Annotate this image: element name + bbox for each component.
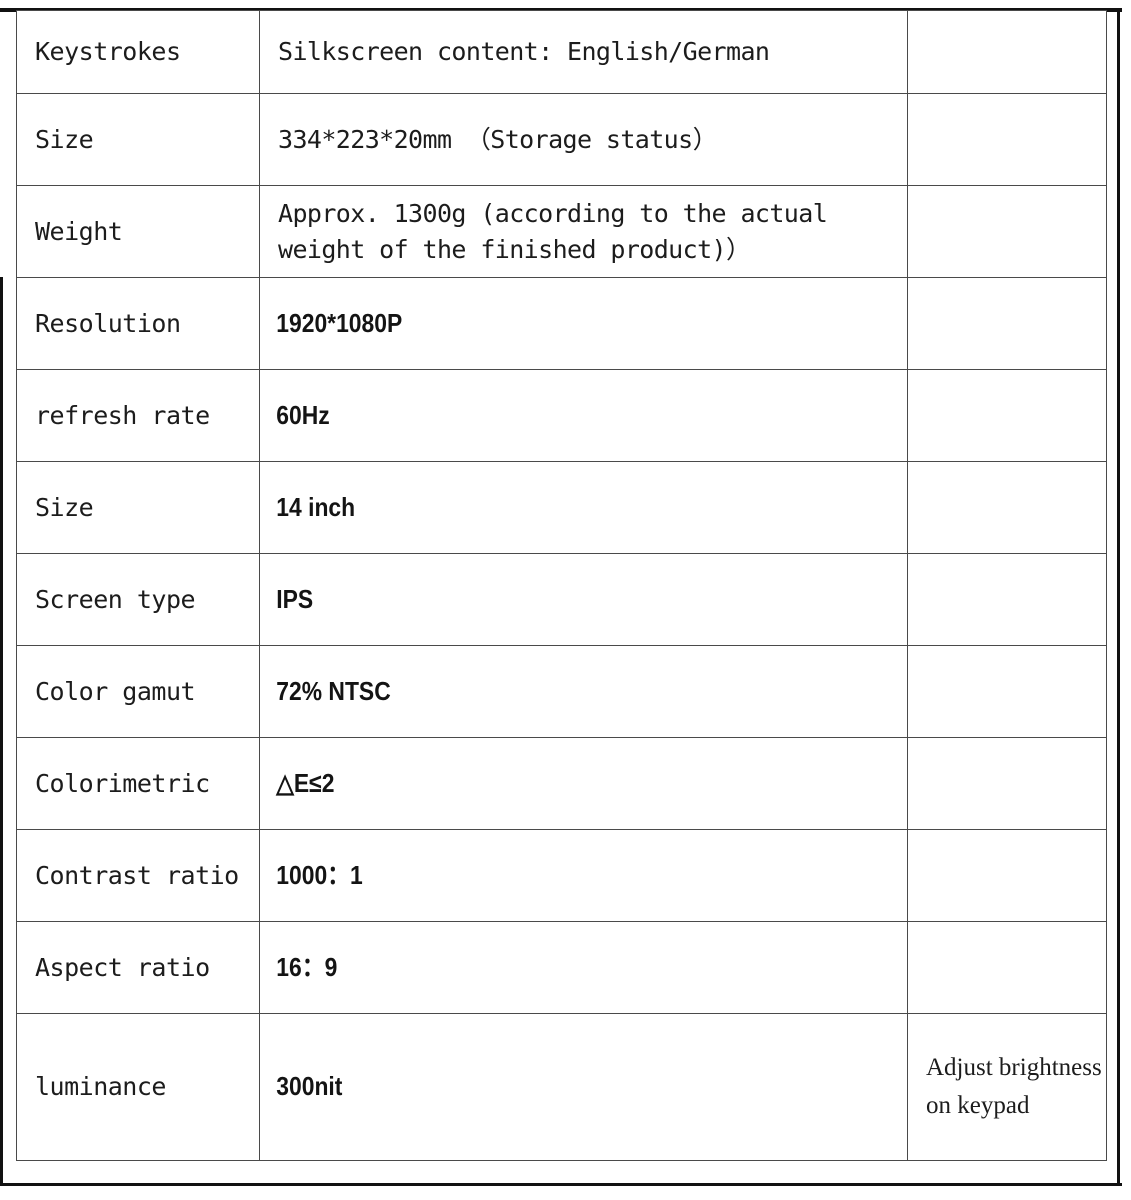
table-row: Resolution 1920*1080P xyxy=(16,277,1107,370)
row-note-size-storage xyxy=(907,93,1107,186)
table-row: Size 334*223*20mm （Storage status） xyxy=(16,93,1107,186)
table-row: Size 14 inch xyxy=(16,461,1107,554)
row-note-aspect-ratio xyxy=(907,921,1107,1014)
table-row: luminance 300nit Adjust brightness on ke… xyxy=(16,1013,1107,1161)
row-value-aspect-ratio: 16：9 xyxy=(259,921,831,1014)
table-row: Keystrokes Silkscreen content: English/G… xyxy=(16,10,1107,94)
page-frame-left-rule xyxy=(0,277,3,1186)
row-value-size-display: 14 inch xyxy=(259,461,831,554)
page-frame-right-rule xyxy=(1117,8,1120,1186)
row-value-screen-type: IPS xyxy=(259,553,831,646)
row-value-color-gamut: 72% NTSC xyxy=(259,645,831,738)
row-label-aspect-ratio: Aspect ratio xyxy=(16,921,260,1014)
row-note-contrast-ratio xyxy=(907,829,1107,922)
document-page: Keystrokes Silkscreen content: English/G… xyxy=(0,0,1131,1200)
table-row: Aspect ratio 16：9 xyxy=(16,921,1107,1014)
row-note-weight xyxy=(907,185,1107,278)
row-note-size-display xyxy=(907,461,1107,554)
row-value-luminance: 300nit xyxy=(259,1013,831,1161)
row-value-size-storage: 334*223*20mm （Storage status） xyxy=(259,93,908,186)
row-value-resolution: 1920*1080P xyxy=(259,277,831,370)
row-note-keystrokes xyxy=(907,10,1107,94)
row-label-contrast-ratio: Contrast ratio xyxy=(16,829,260,922)
table-row: Colorimetric △E≤2 xyxy=(16,737,1107,830)
row-label-luminance: luminance xyxy=(16,1013,260,1161)
row-label-resolution: Resolution xyxy=(16,277,260,370)
row-value-weight: Approx. 1300g (according to the actual w… xyxy=(259,185,908,278)
row-value-contrast-ratio: 1000：1 xyxy=(259,829,831,922)
table-row: refresh rate 60Hz xyxy=(16,369,1107,462)
row-value-refresh-rate: 60Hz xyxy=(259,369,831,462)
row-label-screen-type: Screen type xyxy=(16,553,260,646)
row-label-colorimetric: Colorimetric xyxy=(16,737,260,830)
row-note-colorimetric xyxy=(907,737,1107,830)
row-note-luminance: Adjust brightness on keypad xyxy=(907,1013,1107,1161)
page-frame-bottom-rule xyxy=(0,1183,1122,1186)
row-label-keystrokes: Keystrokes xyxy=(16,10,260,94)
row-label-color-gamut: Color gamut xyxy=(16,645,260,738)
row-label-size-storage: Size xyxy=(16,93,260,186)
row-note-screen-type xyxy=(907,553,1107,646)
specification-table: Keystrokes Silkscreen content: English/G… xyxy=(16,10,1107,1161)
row-note-color-gamut xyxy=(907,645,1107,738)
table-row: Contrast ratio 1000：1 xyxy=(16,829,1107,922)
row-label-weight: Weight xyxy=(16,185,260,278)
table-row: Color gamut 72% NTSC xyxy=(16,645,1107,738)
row-value-keystrokes: Silkscreen content: English/German xyxy=(259,10,908,94)
row-note-refresh-rate xyxy=(907,369,1107,462)
row-label-size-display: Size xyxy=(16,461,260,554)
row-value-colorimetric: △E≤2 xyxy=(259,737,831,830)
row-label-refresh-rate: refresh rate xyxy=(16,369,260,462)
table-row: Weight Approx. 1300g (according to the a… xyxy=(16,185,1107,278)
table-row: Screen type IPS xyxy=(16,553,1107,646)
row-note-resolution xyxy=(907,277,1107,370)
